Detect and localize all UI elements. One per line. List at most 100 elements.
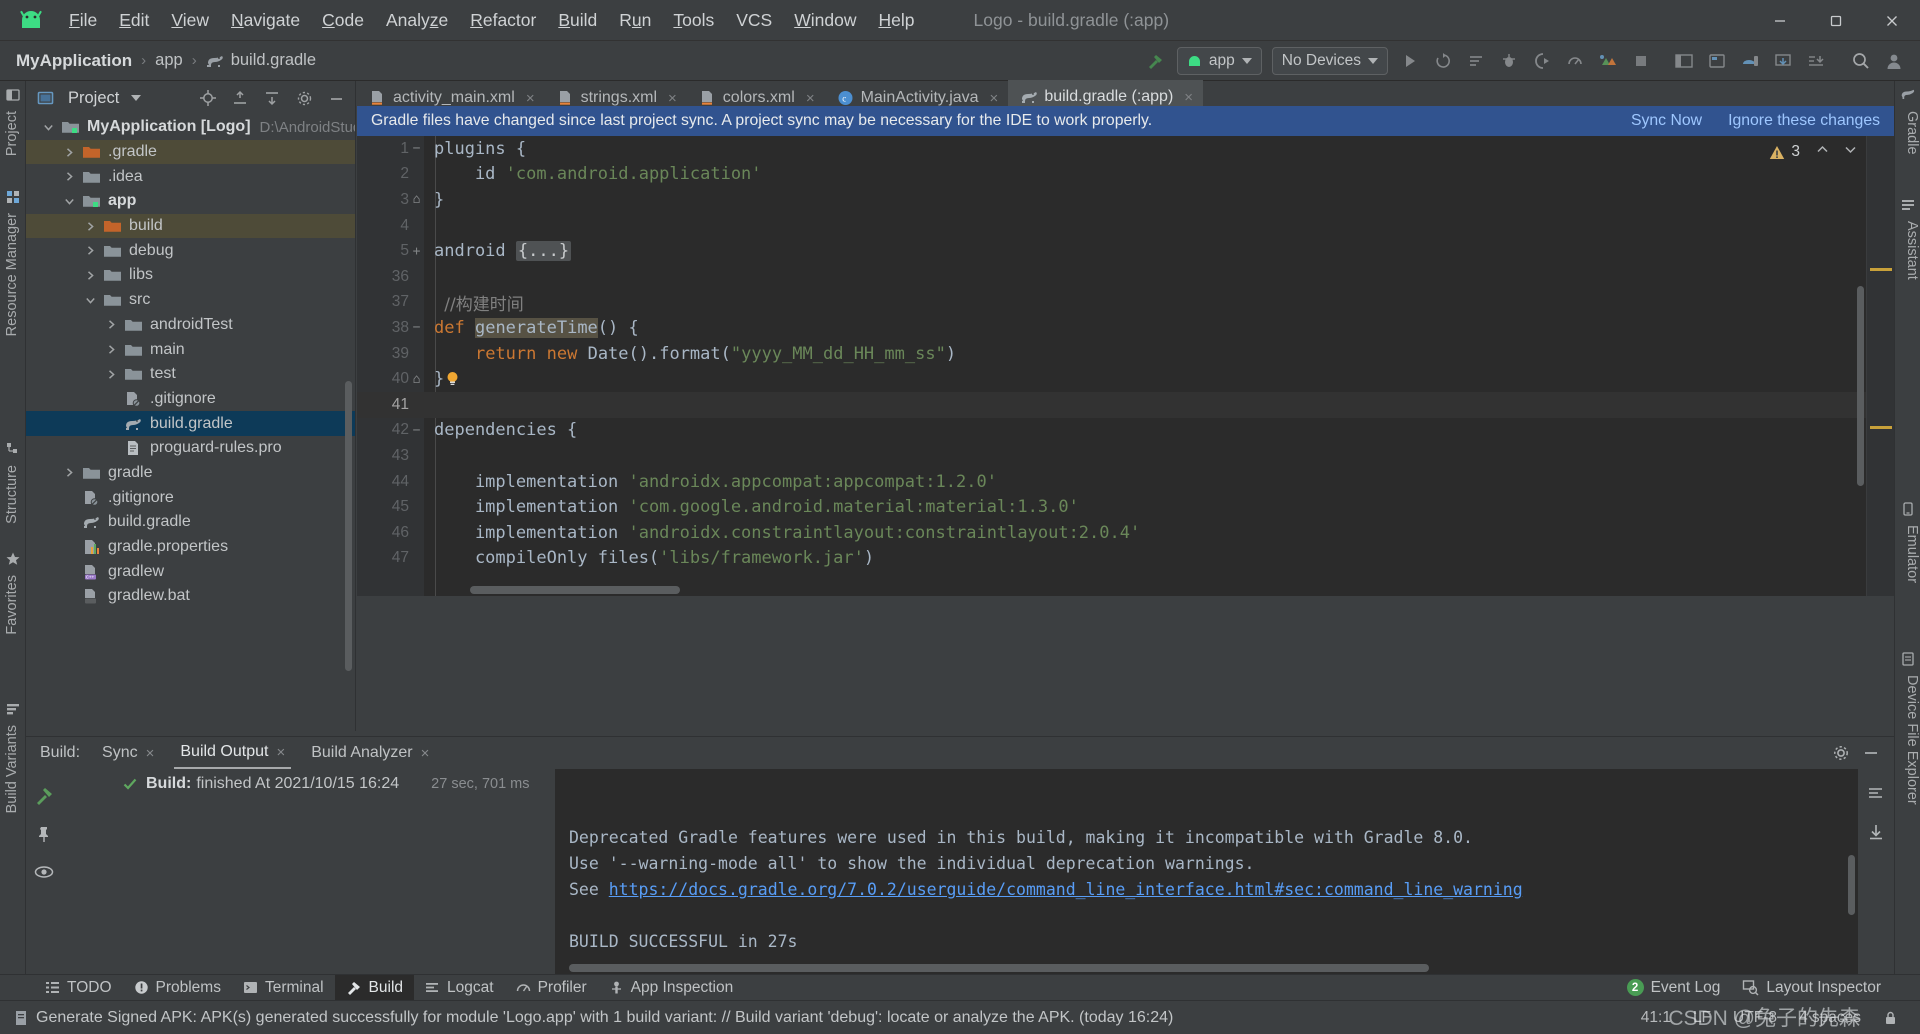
- tree-item-main[interactable]: main: [26, 337, 355, 362]
- chevron-down-icon[interactable]: [61, 193, 77, 209]
- sidebar-item-emulator[interactable]: Emulator: [1899, 521, 1920, 587]
- editor-line[interactable]: 36: [357, 264, 1894, 290]
- sidebar-item-resource-manager[interactable]: Resource Manager: [0, 209, 25, 340]
- sidebar-item-assistant[interactable]: Assistant: [1899, 217, 1920, 284]
- chevron-right-icon[interactable]: [103, 366, 119, 382]
- settings-gear-icon[interactable]: [291, 86, 317, 110]
- menu-item-edit[interactable]: Edit: [108, 0, 160, 41]
- console-horizontal-scrollbar[interactable]: [569, 964, 1429, 972]
- menu-item-analyze[interactable]: Analyze: [375, 0, 459, 41]
- layout-inspector-button[interactable]: Layout Inspector: [1731, 975, 1892, 1001]
- marker-warning-1[interactable]: [1870, 268, 1892, 271]
- tree-item-idea[interactable]: .idea: [26, 164, 355, 189]
- tree-item-libs[interactable]: libs: [26, 263, 355, 288]
- menu-item-build[interactable]: Build: [547, 0, 608, 41]
- minimize-button[interactable]: [1752, 0, 1808, 41]
- build-event-row[interactable]: Build: finished At 2021/10/15 16:24 27 s…: [62, 769, 555, 793]
- tree-item-build[interactable]: build: [26, 213, 355, 239]
- run-configuration-selector[interactable]: app: [1176, 47, 1262, 75]
- build-hammer-icon[interactable]: [1139, 46, 1172, 76]
- menu-item-file[interactable]: File: [58, 0, 108, 41]
- menu-item-tools[interactable]: Tools: [662, 0, 725, 41]
- editor-line[interactable]: 45 implementation 'com.google.android.ma…: [357, 494, 1894, 520]
- avd-manager-icon[interactable]: [1591, 46, 1624, 76]
- fold-marker[interactable]: −: [409, 320, 424, 335]
- run-with-coverage-icon[interactable]: [1525, 46, 1558, 76]
- tree-item-gradle-properties[interactable]: gradle.properties: [26, 535, 355, 560]
- sdk-manager-icon[interactable]: [1766, 46, 1799, 76]
- chevron-right-icon[interactable]: [61, 465, 77, 481]
- apply-changes-icon[interactable]: [1426, 46, 1459, 76]
- expand-all-icon[interactable]: [227, 86, 253, 110]
- tree-item-androidtest[interactable]: androidTest: [26, 313, 355, 338]
- ignore-changes-link[interactable]: Ignore these changes: [1728, 112, 1880, 130]
- chevron-right-icon[interactable]: [82, 218, 98, 234]
- chevron-right-icon[interactable]: [103, 342, 119, 358]
- editor-marker-bar[interactable]: [1866, 136, 1894, 596]
- prev-problem-icon[interactable]: [1815, 142, 1830, 162]
- bottom-tab-logcat[interactable]: Logcat: [414, 975, 505, 1001]
- fold-marker[interactable]: −: [409, 141, 424, 156]
- tree-item-proguard-rules-pro[interactable]: proguard-rules.pro: [26, 436, 355, 461]
- close-icon[interactable]: ×: [806, 90, 815, 107]
- tree-item-build-gradle[interactable]: build.gradle: [26, 510, 355, 535]
- rerun-icon[interactable]: [1858, 775, 1894, 813]
- editor-horizontal-scrollbar[interactable]: [470, 586, 680, 594]
- tree-item-myapplication-logo[interactable]: MyApplication [Logo] D:\AndroidStud: [26, 115, 355, 140]
- menu-item-run[interactable]: Run: [608, 0, 662, 41]
- fold-marker[interactable]: ⌂: [409, 192, 424, 207]
- download-icon[interactable]: [1858, 813, 1894, 851]
- build-events-tree[interactable]: Build: finished At 2021/10/15 16:24 27 s…: [62, 769, 555, 974]
- chevron-down-icon[interactable]: [131, 95, 142, 101]
- hide-panel-icon[interactable]: [323, 86, 349, 110]
- menu-item-navigate[interactable]: Navigate: [220, 0, 311, 41]
- sidebar-item-project[interactable]: Project: [0, 107, 25, 160]
- menu-item-refactor[interactable]: Refactor: [459, 0, 547, 41]
- bottom-tab-build[interactable]: Build: [334, 974, 415, 1001]
- run-icon[interactable]: [1393, 46, 1426, 76]
- tree-item-gradlew-bat[interactable]: gradlew.bat: [26, 584, 355, 609]
- breadcrumb-file[interactable]: build.gradle: [231, 51, 316, 70]
- chevron-right-icon[interactable]: [82, 267, 98, 283]
- build-tab-build-analyzer[interactable]: Build Analyzer ×: [305, 737, 435, 769]
- menu-item-window[interactable]: Window: [783, 0, 867, 41]
- editor-vertical-scrollbar[interactable]: [1857, 286, 1864, 486]
- menu-item-view[interactable]: View: [160, 0, 220, 41]
- fold-marker[interactable]: −: [409, 423, 424, 438]
- console-vertical-scrollbar[interactable]: [1848, 855, 1855, 915]
- profile-icon[interactable]: [1558, 46, 1591, 76]
- sidebar-item-gradle[interactable]: Gradle: [1899, 107, 1920, 159]
- marker-warning-2[interactable]: [1870, 426, 1892, 429]
- tree-item-test[interactable]: test: [26, 362, 355, 387]
- project-structure-icon[interactable]: [1667, 46, 1700, 76]
- close-icon[interactable]: ×: [990, 90, 999, 107]
- editor-line[interactable]: 47 compileOnly files('libs/framework.jar…: [357, 546, 1894, 572]
- editor-line[interactable]: 43: [357, 443, 1894, 469]
- fold-marker[interactable]: +: [409, 244, 424, 259]
- editor-line[interactable]: 39 return new Date().format("yyyy_MM_dd_…: [357, 341, 1894, 367]
- search-icon[interactable]: [1844, 46, 1877, 76]
- breadcrumb-module[interactable]: app: [155, 51, 183, 70]
- bottom-tab-profiler[interactable]: Profiler: [505, 975, 598, 1001]
- chevron-right-icon[interactable]: [61, 169, 77, 185]
- editor-line[interactable]: 41: [357, 391, 1894, 418]
- close-icon[interactable]: ×: [526, 90, 535, 107]
- build-hammer-icon[interactable]: [26, 777, 62, 815]
- locate-icon[interactable]: [195, 86, 221, 110]
- event-log-button[interactable]: 2 Event Log: [1616, 975, 1732, 1001]
- editor-line[interactable]: 38− def generateTime() {: [357, 315, 1894, 341]
- project-scrollbar[interactable]: [345, 381, 352, 671]
- chevron-right-icon[interactable]: [103, 317, 119, 333]
- tree-item-debug[interactable]: debug: [26, 238, 355, 263]
- intention-bulb-icon[interactable]: [446, 371, 459, 387]
- sync-now-link[interactable]: Sync Now: [1631, 112, 1702, 130]
- sidebar-item-structure[interactable]: Structure: [0, 461, 25, 528]
- collapse-all-icon[interactable]: [259, 86, 285, 110]
- next-problem-icon[interactable]: [1843, 142, 1858, 162]
- tree-item-gitignore[interactable]: .gitignore: [26, 485, 355, 510]
- tree-item-app[interactable]: app: [26, 189, 355, 214]
- chevron-right-icon[interactable]: [61, 144, 77, 160]
- menu-item-help[interactable]: Help: [868, 0, 926, 41]
- menu-item-vcs[interactable]: VCS: [725, 0, 783, 41]
- editor-line[interactable]: 42− dependencies {: [357, 418, 1894, 444]
